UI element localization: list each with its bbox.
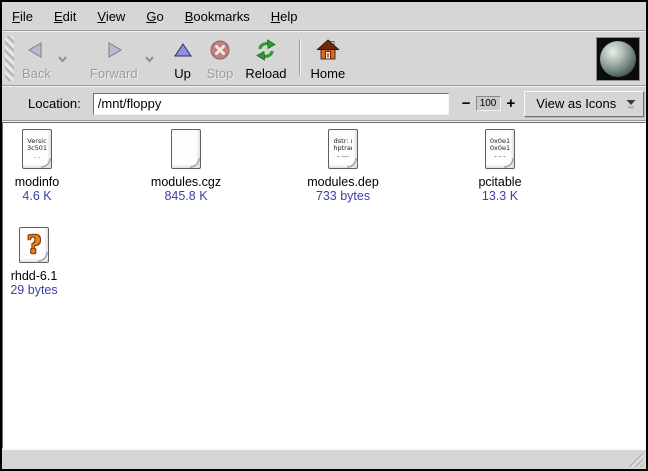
throbber [596,37,640,81]
back-label: Back [22,67,51,80]
menu-help[interactable]: Help [271,9,298,24]
text-document-icon: dstr: ıhptraı- --- [328,129,358,169]
view-mode-dropdown[interactable]: View as Icons [524,91,644,117]
home-icon [316,39,340,61]
zoom-level-indicator: 100 [476,96,501,111]
file-item-modinfo[interactable]: Versic3c501. . modinfo4.6 K [2,129,103,203]
file-name: modules.cgz [120,176,252,189]
file-manager-window: File Edit View Go Bookmarks Help Back Forward [0,0,648,471]
back-button[interactable]: Back [18,32,55,85]
dropdown-arrow-icon [626,99,636,109]
toolbar-drag-handle[interactable] [5,36,14,81]
location-bar: Location: − 100 + View as Icons [2,87,646,120]
back-dropdown-chevron-icon[interactable] [55,50,70,68]
file-item-modules.cgz[interactable]: modules.cgz845.8 K [120,129,252,203]
menu-bookmarks[interactable]: Bookmarks [185,9,250,24]
reload-button[interactable]: Reload [241,32,290,85]
stop-icon [209,39,231,61]
stop-label: Stop [207,67,234,80]
forward-dropdown-chevron-icon[interactable] [142,50,157,68]
location-label: Location: [28,96,81,111]
file-name: pcitable [434,176,566,189]
unknown-document-icon: ? [19,227,49,263]
location-input[interactable] [93,93,449,115]
forward-button[interactable]: Forward [86,32,142,85]
menu-go[interactable]: Go [146,9,163,24]
status-bar [2,449,646,469]
file-size: 4.6 K [2,190,103,203]
forward-arrow-icon [104,39,124,61]
up-button[interactable]: Up [169,32,197,85]
stop-button[interactable]: Stop [203,32,238,85]
text-document-icon: Versic3c501. . [22,129,52,169]
up-label: Up [174,67,191,80]
file-item-pcitable[interactable]: 0x0e10x0e1- - - pcitable13.3 K [434,129,566,203]
menubar: File Edit View Go Bookmarks Help [2,2,646,30]
file-size: 13.3 K [434,190,566,203]
menu-edit[interactable]: Edit [54,9,76,24]
file-name: modules.dep [277,176,409,189]
throbber-sphere-icon [600,41,636,77]
up-arrow-icon [173,39,193,61]
toolbar: Back Forward Up [2,32,646,85]
menu-view[interactable]: View [97,9,125,24]
file-size: 29 bytes [2,284,100,297]
home-button[interactable]: Home [307,32,350,85]
file-size: 845.8 K [120,190,252,203]
file-name: modinfo [2,176,103,189]
file-name: rhdd-6.1 [2,270,100,283]
reload-label: Reload [245,67,286,80]
text-document-icon: 0x0e10x0e1- - - [485,129,515,169]
menu-file[interactable]: File [12,9,33,24]
document-icon [171,129,201,169]
file-grid: Versic3c501. . modinfo4.6 K modules.cgz845… [2,122,646,449]
toolbar-separator [299,39,301,75]
view-mode-label: View as Icons [536,96,616,111]
home-label: Home [311,67,346,80]
file-item-modules.dep[interactable]: dstr: ıhptraı- --- modules.dep733 bytes [277,129,409,203]
forward-label: Forward [90,67,138,80]
question-mark-icon: ? [27,233,41,257]
resize-grip-icon[interactable] [627,452,643,467]
reload-icon [254,39,278,61]
back-arrow-icon [26,39,46,61]
file-size: 733 bytes [277,190,409,203]
zoom-in-button[interactable]: + [507,97,516,111]
zoom-out-button[interactable]: − [462,97,471,111]
file-item-rhdd-6.1[interactable]: ? rhdd-6.129 bytes [2,227,100,297]
